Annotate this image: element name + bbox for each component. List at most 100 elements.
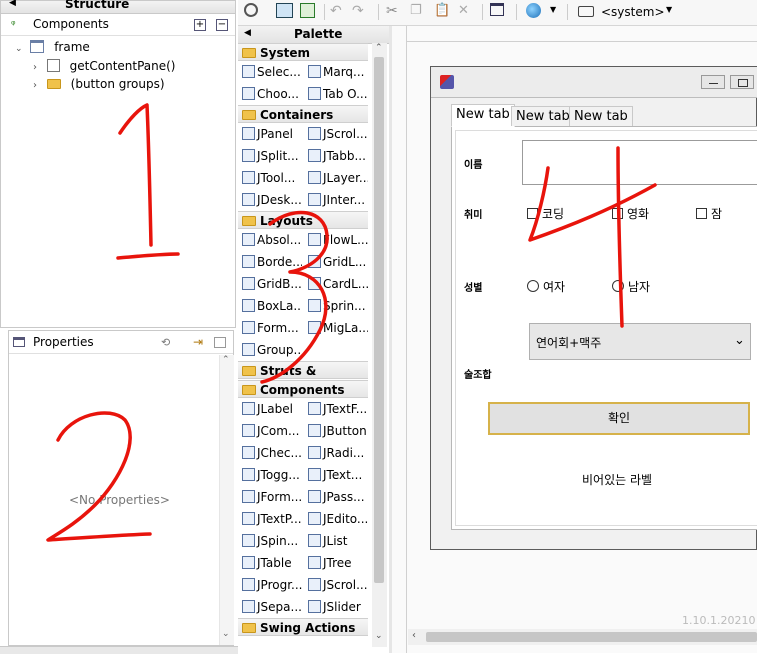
tab-new-1[interactable]: New tab	[451, 104, 515, 127]
component-item[interactable]: JScrol...	[304, 574, 368, 596]
radio-icon[interactable]	[527, 280, 539, 292]
drink-combobox[interactable]: 연어회+맥주 ⌄	[529, 323, 751, 360]
component-item[interactable]: JForm...	[238, 486, 302, 508]
layout-item[interactable]: FlowL...	[304, 229, 368, 251]
palette-category-swing-actions[interactable]: Swing Actions	[238, 618, 368, 636]
scroll-down-icon[interactable]: ⌄	[375, 631, 383, 641]
chevron-down-icon[interactable]: ⌄	[15, 44, 23, 54]
show-form-icon[interactable]	[490, 3, 510, 21]
system-item[interactable]: Selec...	[238, 61, 302, 83]
cut-icon[interactable]: ✂	[386, 3, 406, 21]
component-item[interactable]: JButton	[304, 420, 368, 442]
component-item[interactable]: JTogg...	[238, 464, 302, 486]
show-advanced-icon[interactable]	[214, 337, 226, 348]
globe-icon[interactable]	[526, 3, 546, 21]
checkbox-icon[interactable]	[527, 208, 538, 219]
name-text-field[interactable]	[522, 140, 757, 185]
tree-node-button-groups[interactable]: › (button groups)	[33, 75, 165, 93]
layout-item[interactable]: BoxLa...	[238, 295, 302, 317]
tab-new-3[interactable]: New tab	[569, 106, 633, 126]
scroll-thumb[interactable]	[374, 57, 384, 583]
layout-item[interactable]: GridB...	[238, 273, 302, 295]
container-item[interactable]: JDesk...	[238, 189, 302, 211]
gender-radio-male[interactable]: 남자	[612, 278, 650, 295]
chevron-down-icon[interactable]: ▼	[666, 5, 686, 23]
hobby-checkbox-coding[interactable]: 코딩	[527, 205, 564, 222]
show-events-icon[interactable]: ⟲	[161, 336, 170, 349]
scroll-up-icon[interactable]: ⌃	[375, 43, 383, 53]
component-item[interactable]: JTextF...	[304, 398, 368, 420]
collapse-left-icon[interactable]: ◀	[9, 0, 16, 8]
scroll-up-icon[interactable]: ⌃	[222, 355, 230, 365]
palette-category-struts[interactable]: Struts & Springs	[238, 361, 368, 396]
component-item[interactable]: JList	[304, 530, 368, 552]
redo-icon[interactable]: ↷	[352, 3, 372, 21]
maximize-button[interactable]	[730, 75, 754, 89]
component-item[interactable]: JSlider	[304, 596, 368, 618]
palette-category-layouts[interactable]: Layouts	[238, 211, 368, 229]
component-item[interactable]: JTextP...	[238, 508, 302, 530]
container-item[interactable]: JTool...	[238, 167, 302, 189]
minimize-button[interactable]	[701, 75, 725, 89]
palette-category-system[interactable]: System	[238, 43, 368, 61]
scroll-down-icon[interactable]: ⌄	[222, 629, 230, 639]
checkbox-icon[interactable]	[612, 208, 623, 219]
tab-new-2[interactable]: New tab	[511, 106, 575, 126]
lookandfeel-label[interactable]: <system>	[601, 5, 665, 19]
collapse-left-icon[interactable]: ◀	[244, 28, 251, 38]
component-item[interactable]: JCom...	[238, 420, 302, 442]
container-item[interactable]: JSplit...	[238, 145, 302, 167]
layout-item[interactable]: Sprin...	[304, 295, 368, 317]
component-item[interactable]: JTable	[238, 552, 302, 574]
scroll-left-icon[interactable]: ‹	[412, 630, 416, 641]
expand-all-icon[interactable]: +	[194, 19, 206, 31]
delete-icon[interactable]: ✕	[458, 3, 478, 21]
gender-radio-female[interactable]: 여자	[527, 278, 565, 295]
hobby-checkbox-sleep[interactable]: 잠	[696, 205, 722, 222]
component-item[interactable]: JTree	[304, 552, 368, 574]
tree-node-frame[interactable]: ⌄ frame	[15, 38, 90, 56]
scroll-thumb[interactable]	[426, 632, 757, 642]
palette-category-containers[interactable]: Containers	[238, 105, 368, 123]
test-gui-icon[interactable]	[244, 3, 264, 21]
goto-definition-icon[interactable]: ⇥	[193, 335, 203, 349]
container-item[interactable]: JScrol...	[304, 123, 368, 145]
container-item[interactable]: JTabb...	[304, 145, 368, 167]
component-item[interactable]: JProgr...	[238, 574, 302, 596]
chevron-right-icon[interactable]: ›	[33, 80, 37, 91]
layout-item[interactable]: Group...	[238, 339, 302, 361]
layout-item[interactable]: MigLa...	[304, 317, 368, 339]
component-item[interactable]: JSepa...	[238, 596, 302, 618]
refresh-icon[interactable]	[300, 3, 320, 21]
system-item[interactable]: Choo...	[238, 83, 302, 105]
confirm-button[interactable]: 확인	[488, 402, 750, 435]
component-item[interactable]: JText...	[304, 464, 368, 486]
checkbox-icon[interactable]	[696, 208, 707, 219]
system-item[interactable]: Tab O...	[304, 83, 368, 105]
collapse-all-icon[interactable]: −	[216, 19, 228, 31]
run-form-icon[interactable]	[276, 3, 296, 21]
layout-item[interactable]: Absol...	[238, 229, 302, 251]
layout-item[interactable]: Form...	[238, 317, 302, 339]
layout-item[interactable]: GridL...	[304, 251, 368, 273]
component-item[interactable]: JLabel	[238, 398, 302, 420]
layout-item[interactable]: CardL...	[304, 273, 368, 295]
component-item[interactable]: JSpin...	[238, 530, 302, 552]
radio-icon[interactable]	[612, 280, 624, 292]
tree-node-content-pane[interactable]: › getContentPane()	[33, 57, 176, 75]
container-item[interactable]: JLayer...	[304, 167, 368, 189]
lookandfeel-icon[interactable]	[578, 6, 596, 17]
layout-item[interactable]: Borde...	[238, 251, 302, 273]
component-item[interactable]: JChec...	[238, 442, 302, 464]
palette-category-components[interactable]: Components	[238, 380, 368, 398]
component-item[interactable]: JPass...	[304, 486, 368, 508]
system-item[interactable]: Marq...	[304, 61, 368, 83]
hobby-checkbox-movie[interactable]: 영화	[612, 205, 649, 222]
container-item[interactable]: JInter...	[304, 189, 368, 211]
properties-scrollbar[interactable]: ⌃ ⌄	[219, 355, 234, 645]
chevron-down-icon[interactable]: ⌄	[734, 333, 745, 348]
palette-scrollbar[interactable]: ⌃ ⌄	[372, 43, 387, 647]
paste-icon[interactable]: 📋	[434, 3, 454, 21]
copy-icon[interactable]: ❐	[410, 3, 430, 21]
component-item[interactable]: JEdito...	[304, 508, 368, 530]
